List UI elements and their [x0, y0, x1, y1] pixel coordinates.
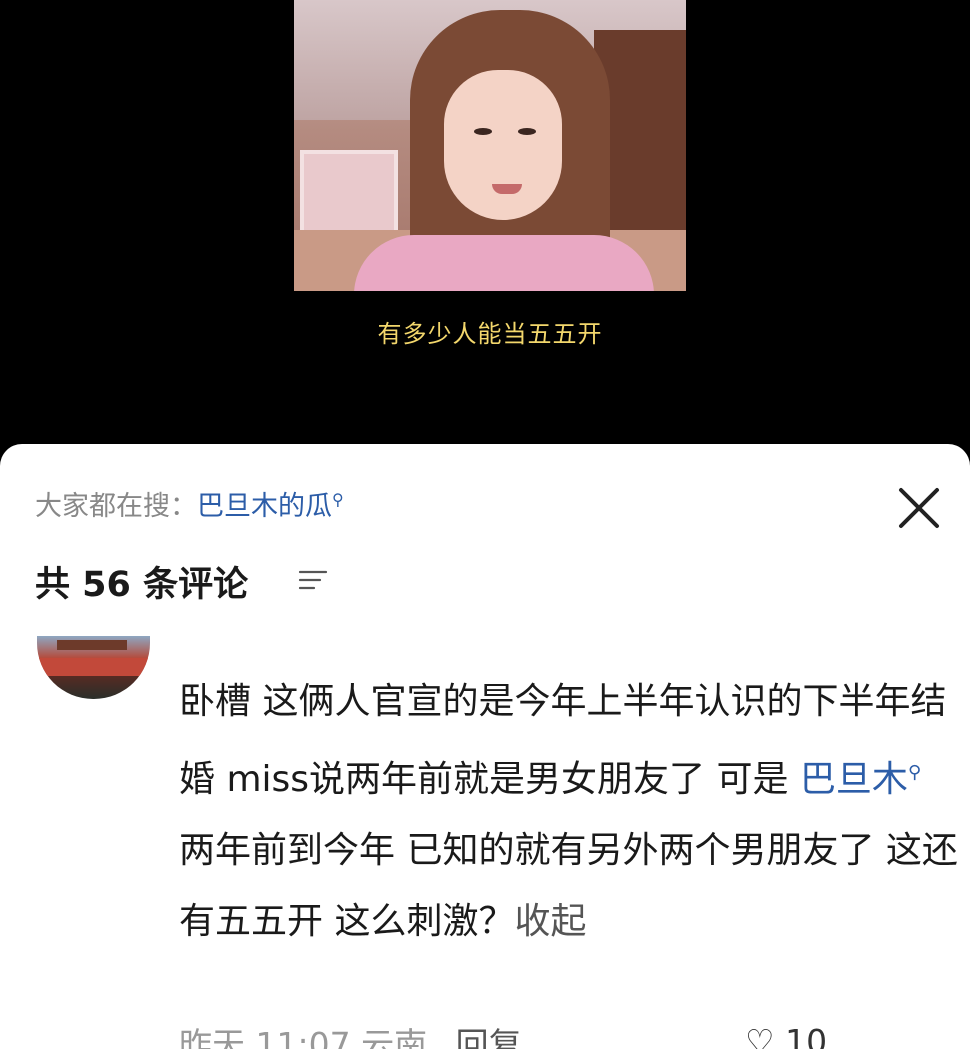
sort-icon[interactable]	[298, 568, 328, 592]
search-icon: ⚲	[907, 762, 922, 783]
collapse-button[interactable]: 收起	[514, 901, 586, 942]
person-face	[444, 70, 562, 220]
video-player[interactable]	[294, 0, 686, 291]
comment-location: 云南	[361, 1025, 428, 1049]
search-icon: ⚲	[332, 490, 344, 509]
background-frame	[300, 150, 398, 238]
person-eye-left	[474, 128, 492, 135]
search-term-link[interactable]: 巴旦木的瓜	[197, 491, 332, 522]
avatar-roof	[57, 640, 127, 650]
comment-time: 昨天 11:07	[179, 1025, 351, 1049]
comment-count-title: 共 56 条评论	[35, 565, 249, 605]
person-sweater	[354, 235, 654, 291]
like-button[interactable]: ♡ 10	[745, 1022, 827, 1049]
reply-button[interactable]: 回复	[456, 1025, 522, 1049]
comment-sheet: 大家都在搜：巴旦木的瓜⚲ 共 56 条评论 卧槽 这俩人官宣的是今年上半年认识的…	[0, 444, 970, 1049]
search-suggestion[interactable]: 大家都在搜：巴旦木的瓜⚲	[35, 484, 344, 523]
comment-meta: 昨天 11:07 云南 回复	[179, 1018, 522, 1049]
screen: 有多少人能当五五开 大家都在搜：巴旦木的瓜⚲ 共 56 条评论 卧槽 这俩人官宣…	[0, 0, 970, 1049]
like-count: 10	[785, 1022, 828, 1049]
heart-icon: ♡	[745, 1022, 775, 1049]
comment-body: 卧槽 这俩人官宣的是今年上半年认识的下半年结婚 miss说两年前就是男女朋友了 …	[179, 666, 959, 957]
avatar-wall	[37, 658, 150, 676]
search-prefix: 大家都在搜：	[35, 491, 197, 522]
close-icon[interactable]	[893, 482, 945, 534]
avatar[interactable]	[37, 636, 150, 699]
comment-topic-link[interactable]: 巴旦木	[800, 759, 908, 800]
person-eye-right	[518, 128, 536, 135]
video-subtitle: 有多少人能当五五开	[377, 320, 603, 348]
